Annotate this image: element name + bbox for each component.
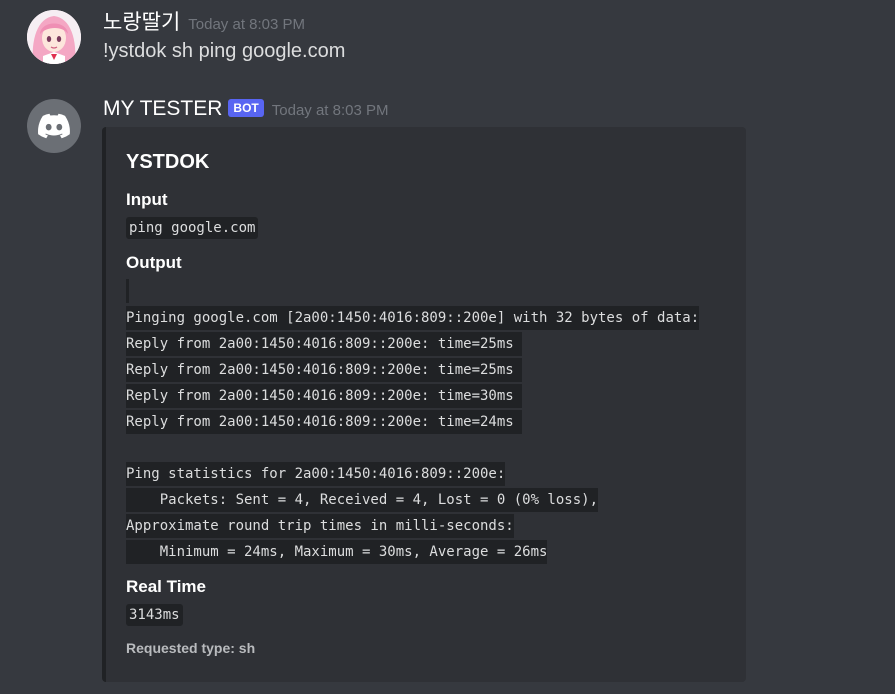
output-code-block: Pinging google.com [2a00:1450:4016:809::… [126,279,700,565]
bot-message-header: MY TESTER BOT Today at 8:03 PM [103,97,389,121]
output-line-text: Reply from 2a00:1450:4016:809::200e: tim… [126,358,523,382]
output-line: Reply from 2a00:1450:4016:809::200e: tim… [126,331,699,357]
user-username[interactable]: 노랑딸기 [103,6,180,36]
bot-timestamp: Today at 8:03 PM [271,102,389,119]
user-timestamp: Today at 8:03 PM [188,16,306,33]
output-line-text: Pinging google.com [2a00:1450:4016:809::… [126,306,700,330]
output-line-text: Approximate round trip times in milli-se… [126,514,514,538]
bot-avatar[interactable] [27,99,81,153]
bot-username[interactable]: MY TESTER [103,97,222,121]
bot-embed: YSTDOK Input ping google.com Output Ping… [102,127,746,682]
user-avatar[interactable] [27,10,81,64]
output-line-text: Minimum = 24ms, Maximum = 30ms, Average … [126,540,548,564]
user-message-header: 노랑딸기 Today at 8:03 PM [103,6,305,36]
output-line-text: Reply from 2a00:1450:4016:809::200e: tim… [126,332,523,356]
output-line-text: Packets: Sent = 4, Received = 4, Lost = … [126,488,599,512]
output-line: Reply from 2a00:1450:4016:809::200e: tim… [126,383,699,409]
discord-logo-icon [38,113,70,139]
output-line-text: Reply from 2a00:1450:4016:809::200e: tim… [126,410,523,434]
output-line: Minimum = 24ms, Maximum = 30ms, Average … [126,539,699,565]
embed-title: YSTDOK [126,151,210,173]
output-line: Pinging google.com [2a00:1450:4016:809::… [126,305,700,331]
output-line: Approximate round trip times in milli-se… [126,513,699,539]
user-message-content: !ystdok sh ping google.com [103,40,346,62]
input-field-value: ping google.com [126,217,259,239]
output-line [126,279,699,305]
realtime-field-value: 3143ms [126,604,183,626]
output-line-text: Reply from 2a00:1450:4016:809::200e: tim… [126,384,523,408]
bot-tag-badge: BOT [228,99,264,117]
embed-footer: Requested type: sh [126,640,256,656]
output-line-text: Ping statistics for 2a00:1450:4016:809::… [126,462,506,486]
output-field-label: Output [126,253,182,272]
output-line: Reply from 2a00:1450:4016:809::200e: tim… [126,409,699,435]
output-line: Ping statistics for 2a00:1450:4016:809::… [126,461,699,487]
realtime-field-label: Real Time [126,577,207,596]
input-field-label: Input [126,190,168,209]
output-line: Reply from 2a00:1450:4016:809::200e: tim… [126,357,699,383]
output-empty-marker [126,279,129,303]
output-line: Packets: Sent = 4, Received = 4, Lost = … [126,487,699,513]
anime-girl-avatar-icon [27,10,81,64]
